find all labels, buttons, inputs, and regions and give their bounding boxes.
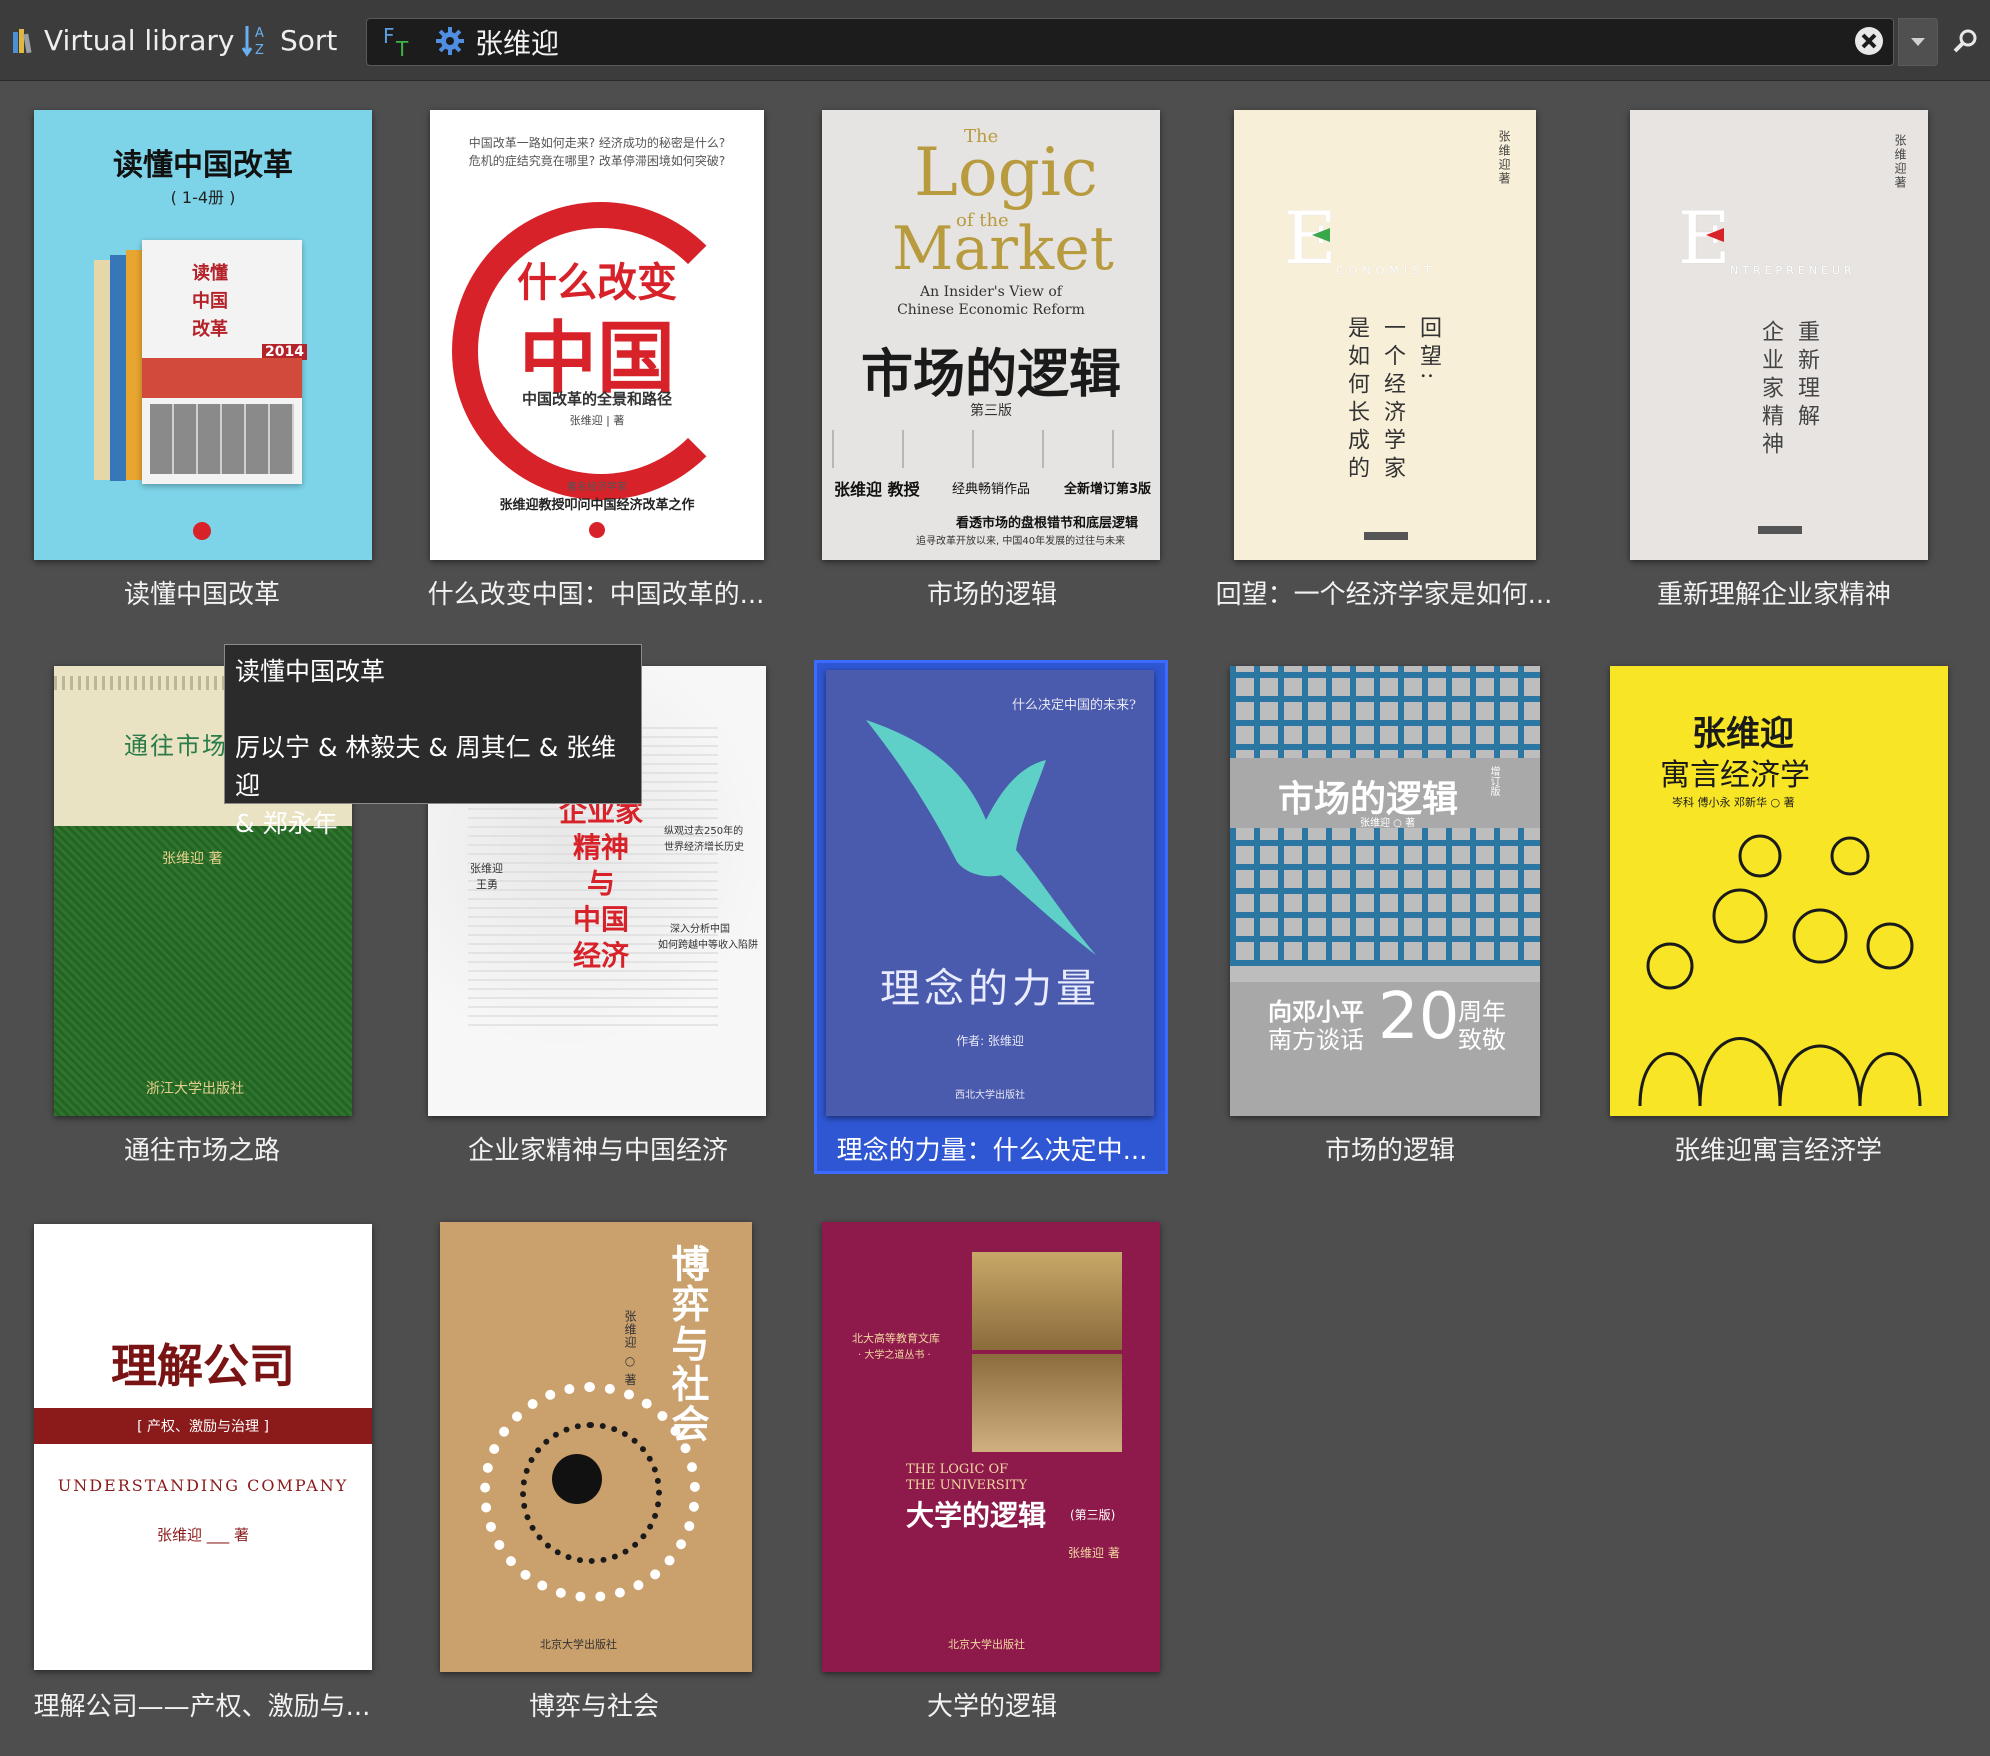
- tooltip-authors-cont: & 郑永年: [235, 809, 338, 838]
- book-cover[interactable]: 市场的逻辑 增订版 张维迎 ○ 著 向邓小平 南方谈话 20 周年 致敬: [1230, 666, 1540, 1116]
- book-grid: 读懂中国改革 ( 1-4册 ) 读懂 中国 改革 2014 读懂中国改革 中国改…: [0, 82, 1990, 1756]
- book-cover[interactable]: 读懂中国改革 ( 1-4册 ) 读懂 中国 改革 2014: [34, 110, 372, 560]
- book-title[interactable]: 回望：一个经济学家是如何...: [1194, 574, 1574, 611]
- sort-label: Sort: [280, 23, 338, 57]
- sort-az-icon: A Z: [242, 26, 264, 57]
- book-item[interactable]: E NTREPRENEUR 重新理解 企业家精神 张维迎著 重新理解企业家精神: [1630, 110, 1990, 630]
- bird-illustration: [866, 720, 1096, 955]
- search-history-dropdown[interactable]: [1898, 18, 1938, 66]
- book-title[interactable]: 张维迎寓言经济学: [1588, 1130, 1968, 1167]
- virtual-library-button[interactable]: Virtual library: [12, 18, 234, 62]
- book-title[interactable]: 博弈与社会: [404, 1686, 784, 1723]
- svg-text:Z: Z: [255, 43, 264, 57]
- search-highlight-icon[interactable]: [1952, 28, 1978, 54]
- book-item[interactable]: 中国改革一路如何走来? 经济成功的秘密是什么? 危机的症结究竟在哪里? 改革停滞…: [428, 110, 820, 630]
- svg-text:T: T: [395, 37, 409, 59]
- gear-icon[interactable]: [435, 26, 465, 56]
- tooltip-title: 读懂中国改革: [235, 657, 386, 686]
- book-cover[interactable]: The Logic of the Market An Insider's Vie…: [822, 110, 1160, 560]
- book-tooltip: 读懂中国改革 厉以宁 & 林毅夫 & 周其仁 & 张维迎 & 郑永年: [224, 644, 642, 838]
- clear-icon[interactable]: [1853, 25, 1885, 57]
- search-bar: F T: [366, 18, 1894, 66]
- book-item[interactable]: The Logic of the Market An Insider's Vie…: [822, 110, 1212, 630]
- book-cover[interactable]: 张维迎 寓言经济学 岑科 傅小永 邓新华 ○ 著: [1610, 666, 1948, 1116]
- book-title[interactable]: 什么改变中国：中国改革的...: [406, 574, 786, 611]
- tooltip-authors: 厉以宁 & 林毅夫 & 周其仁 & 张维迎: [235, 733, 617, 800]
- full-text-search-icon[interactable]: F T: [383, 25, 415, 59]
- book-title[interactable]: 理念的力量：什么决定中...: [802, 1130, 1182, 1167]
- svg-text:A: A: [255, 26, 264, 41]
- book-title[interactable]: 企业家精神与中国经济: [408, 1130, 788, 1167]
- book-title[interactable]: 大学的逻辑: [802, 1686, 1182, 1723]
- book-item[interactable]: 读懂中国改革 ( 1-4册 ) 读懂 中国 改革 2014 读懂中国改革: [34, 110, 424, 630]
- book-title[interactable]: 市场的逻辑: [802, 574, 1182, 611]
- book-title[interactable]: 重新理解企业家精神: [1584, 574, 1964, 611]
- sort-button[interactable]: A Z Sort: [242, 18, 337, 62]
- book-title[interactable]: 通往市场之路: [12, 1130, 392, 1167]
- books-icon: [13, 29, 32, 54]
- virtual-library-label: Virtual library: [44, 23, 235, 57]
- svg-text:F: F: [383, 25, 395, 48]
- book-cover[interactable]: 博弈与社会 张维迎 ○ 著 北京大学出版社: [440, 1222, 752, 1672]
- book-cover[interactable]: 中国改革一路如何走来? 经济成功的秘密是什么? 危机的症结究竟在哪里? 改革停滞…: [430, 110, 764, 560]
- book-item[interactable]: 理解公司 [ 产权、激励与治理 ] UNDERSTANDING COMPANY …: [34, 1224, 424, 1744]
- book-item[interactable]: 张维迎 寓言经济学 岑科 傅小永 邓新华 ○ 著 张维迎寓言经济学: [1610, 666, 1990, 1186]
- book-cover[interactable]: 北大高等教育文库 · 大学之道丛书 · THE LOGIC OF THE UNI…: [822, 1222, 1160, 1672]
- book-cover[interactable]: 理解公司 [ 产权、激励与治理 ] UNDERSTANDING COMPANY …: [34, 1224, 372, 1670]
- book-item[interactable]: E CONOMIST 回望: 一个经济学家 是如何长成的 张维迎著 回望：一个经…: [1216, 110, 1624, 630]
- book-item-selected[interactable]: 什么决定中国的未来? 理念的力量 作者: 张维迎 西北大学出版社 理念的力量：什…: [814, 660, 1208, 1186]
- book-title[interactable]: 读懂中国改革: [12, 574, 392, 611]
- book-title[interactable]: 理解公司——产权、激励与...: [12, 1686, 392, 1723]
- search-input[interactable]: [473, 22, 1777, 62]
- book-item[interactable]: 博弈与社会 张维迎 ○ 著 北京大学出版社 博弈与社会: [440, 1222, 830, 1742]
- book-title[interactable]: 市场的逻辑: [1200, 1130, 1580, 1167]
- book-cover[interactable]: E CONOMIST 回望: 一个经济学家 是如何长成的 张维迎著: [1234, 110, 1536, 560]
- toolbar: Virtual library A Z Sort F T: [0, 0, 1990, 81]
- book-cover[interactable]: E NTREPRENEUR 重新理解 企业家精神 张维迎著: [1630, 110, 1928, 560]
- book-cover[interactable]: 什么决定中国的未来? 理念的力量 作者: 张维迎 西北大学出版社: [826, 670, 1154, 1116]
- cartoon-figures-illustration: [1638, 834, 1922, 1106]
- book-item[interactable]: 北大高等教育文库 · 大学之道丛书 · THE LOGIC OF THE UNI…: [822, 1222, 1212, 1742]
- chevron-down-icon: [1911, 38, 1925, 46]
- book-item[interactable]: 市场的逻辑 增订版 张维迎 ○ 著 向邓小平 南方谈话 20 周年 致敬 市场的…: [1230, 666, 1620, 1186]
